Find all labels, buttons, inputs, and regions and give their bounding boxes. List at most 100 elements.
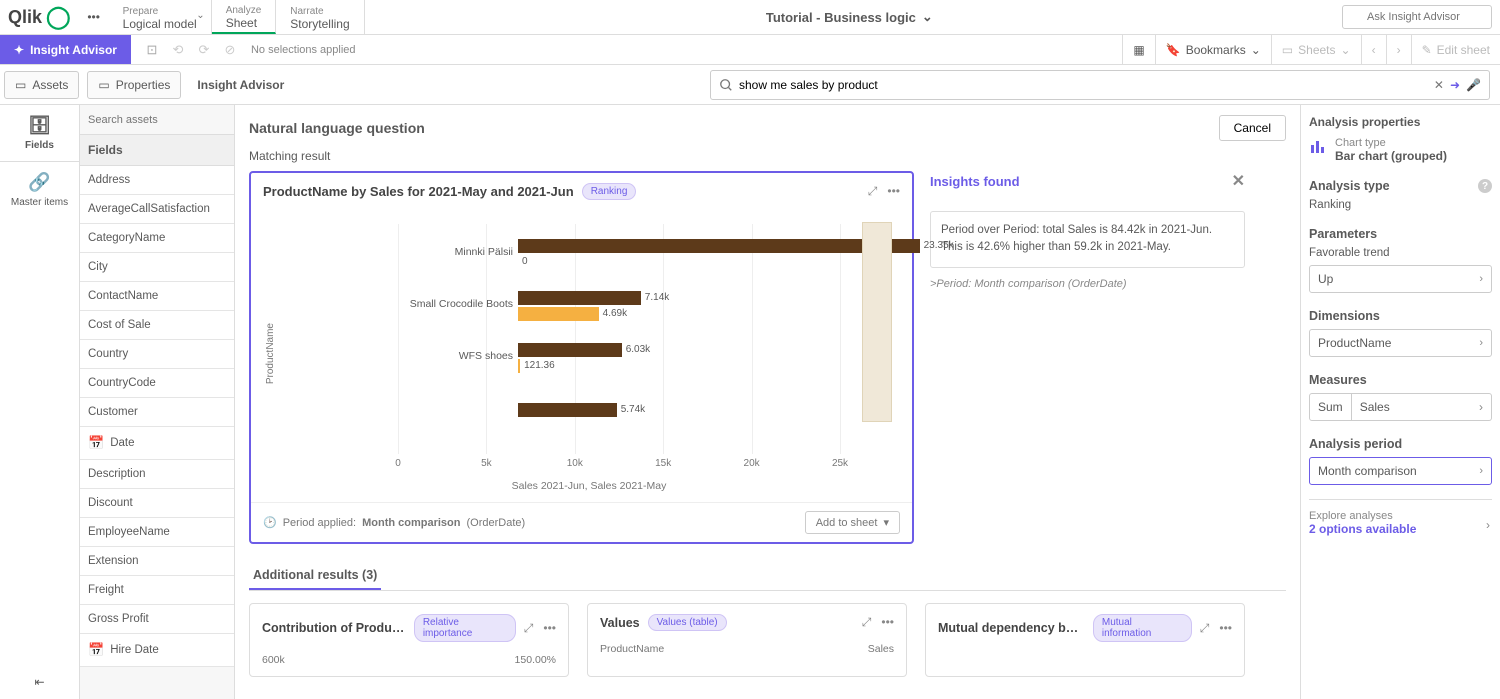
- more-icon[interactable]: •••: [887, 184, 900, 199]
- fields-search: [80, 105, 234, 135]
- sc-head: Contribution of Product...Relative impor…: [262, 614, 556, 642]
- props-title: Analysis properties: [1309, 115, 1492, 129]
- bar-value-label: 121.36: [524, 360, 555, 371]
- field-row[interactable]: Customer: [80, 398, 234, 427]
- bar-value-label: 5.74k: [621, 404, 645, 415]
- close-icon[interactable]: ✕: [1232, 171, 1245, 191]
- chart-minimap[interactable]: [862, 222, 892, 422]
- nav-tab-sheet[interactable]: AnalyzeSheet: [212, 0, 277, 34]
- measure-field: Sales: [1360, 400, 1390, 414]
- sheets-label: Sheets: [1298, 43, 1335, 57]
- field-row[interactable]: AverageCallSatisfaction: [80, 195, 234, 224]
- add-to-sheet-button[interactable]: Add to sheet ▾: [805, 511, 900, 534]
- sc-tools: ⤢ •••: [524, 621, 556, 636]
- prev-sheet-button[interactable]: ‹: [1361, 35, 1386, 65]
- insight-advisor-button[interactable]: ✦ Insight Advisor: [0, 35, 131, 64]
- field-row[interactable]: Country: [80, 340, 234, 369]
- expand-icon[interactable]: ⤢: [868, 184, 878, 199]
- analysis-period-select[interactable]: Month comparison ›: [1309, 457, 1492, 485]
- chevron-down-icon: ⌄: [922, 9, 933, 25]
- bar[interactable]: 121.36: [518, 359, 520, 373]
- rail-fields[interactable]: 🗄 Fields: [0, 105, 79, 162]
- additional-results-label[interactable]: Additional results (3): [249, 562, 381, 590]
- more-menu-button[interactable]: •••: [79, 0, 109, 34]
- measure-select[interactable]: Sum Sales ›: [1309, 393, 1492, 421]
- field-row[interactable]: EmployeeName: [80, 518, 234, 547]
- field-row[interactable]: Freight: [80, 576, 234, 605]
- x-axis-label: Sales 2021-Jun, Sales 2021-May: [512, 480, 667, 492]
- next-sheet-button[interactable]: ›: [1386, 35, 1411, 65]
- field-row[interactable]: City: [80, 253, 234, 282]
- more-icon[interactable]: •••: [881, 615, 894, 630]
- field-row[interactable]: 📅Date: [80, 427, 234, 460]
- selection-tools: ⊡ ⟲ ⟳ ⊘: [131, 35, 251, 64]
- dimension-select[interactable]: ProductName ›: [1309, 329, 1492, 357]
- expand-icon[interactable]: ⤢: [524, 621, 534, 636]
- ask-insight-input[interactable]: [1342, 5, 1492, 29]
- field-row[interactable]: CountryCode: [80, 369, 234, 398]
- center-head: Natural language question Cancel: [249, 115, 1286, 141]
- field-row[interactable]: CategoryName: [80, 224, 234, 253]
- insight-advisor-label: Insight Advisor: [30, 43, 117, 57]
- field-row[interactable]: Description: [80, 460, 234, 489]
- field-row[interactable]: 📅Hire Date: [80, 634, 234, 667]
- smart-search-button[interactable]: ⊡: [141, 39, 163, 61]
- fav-trend-select[interactable]: Up ›: [1309, 265, 1492, 293]
- bar[interactable]: 4.69k: [518, 307, 599, 321]
- microphone-icon[interactable]: 🎤: [1466, 78, 1481, 92]
- period-label: Period applied:: [283, 517, 356, 529]
- submit-icon[interactable]: ➜: [1450, 78, 1460, 92]
- properties-button[interactable]: ▭ Properties: [87, 71, 181, 99]
- more-icon[interactable]: •••: [543, 621, 556, 636]
- nav-tab-storytelling[interactable]: NarrateStorytelling: [276, 0, 364, 34]
- category-label: Small Crocodile Boots: [398, 298, 513, 310]
- assets-button[interactable]: ▭ Assets: [4, 71, 79, 99]
- field-label: Freight: [88, 584, 124, 596]
- clear-selections-button[interactable]: ⊘: [219, 39, 241, 61]
- dimensions-section: Dimensions: [1309, 309, 1492, 323]
- app-title[interactable]: Tutorial - Business logic ⌄: [365, 0, 1334, 34]
- qlik-logo: Qlik ◯: [8, 4, 71, 30]
- chart-type-label: Chart type: [1335, 137, 1447, 149]
- field-row[interactable]: Discount: [80, 489, 234, 518]
- expand-icon[interactable]: ⤢: [862, 615, 872, 630]
- field-label: Country: [88, 348, 128, 360]
- field-row[interactable]: ContactName: [80, 282, 234, 311]
- measure-agg: Sum: [1309, 393, 1352, 421]
- sheets-button[interactable]: ▭ Sheets ⌄: [1271, 35, 1361, 65]
- bar[interactable]: 7.14k: [518, 291, 641, 305]
- fields-search-input[interactable]: [80, 105, 234, 134]
- help-icon[interactable]: ?: [1478, 179, 1492, 193]
- properties-icon: ▭: [98, 78, 109, 92]
- step-back-button[interactable]: ⟲: [167, 39, 189, 61]
- edit-sheet-button[interactable]: ✎ Edit sheet: [1411, 35, 1500, 65]
- period-value: Month comparison: [362, 517, 460, 529]
- bar-value-label: 7.14k: [645, 292, 669, 303]
- chevron-down-icon: ▾: [883, 516, 889, 529]
- sc-badge: Values (table): [648, 614, 727, 631]
- bar[interactable]: 5.74k: [518, 403, 617, 417]
- field-row[interactable]: Address: [80, 166, 234, 195]
- field-row[interactable]: Cost of Sale: [80, 311, 234, 340]
- more-icon[interactable]: •••: [1219, 621, 1232, 636]
- nlq-search: ✕ ➜ 🎤: [710, 70, 1490, 100]
- bar[interactable]: 23.35k: [518, 239, 920, 253]
- database-icon: 🗄: [28, 115, 51, 136]
- bar[interactable]: 6.03k: [518, 343, 622, 357]
- explore-analyses[interactable]: Explore analyses 2 options available ›: [1309, 499, 1492, 536]
- parameters-section: Parameters: [1309, 227, 1492, 241]
- expand-icon[interactable]: ⤢: [1200, 621, 1210, 636]
- clear-icon[interactable]: ✕: [1434, 78, 1444, 92]
- field-row[interactable]: Gross Profit: [80, 605, 234, 634]
- bookmarks-button[interactable]: 🔖 Bookmarks ⌄: [1155, 35, 1271, 65]
- rail-master-items[interactable]: 🔗 Master items: [0, 162, 79, 218]
- options-button[interactable]: ▦: [1122, 35, 1154, 65]
- field-row[interactable]: Extension: [80, 547, 234, 576]
- rail-collapse[interactable]: ⇤: [0, 665, 79, 699]
- cancel-button[interactable]: Cancel: [1219, 115, 1286, 141]
- step-forward-button[interactable]: ⟳: [193, 39, 215, 61]
- nlq-input[interactable]: [739, 78, 1428, 92]
- analysis-type-label: Analysis type: [1309, 179, 1390, 193]
- nav-tab-logical-model[interactable]: PrepareLogical model⌄: [109, 0, 212, 34]
- card-header: ProductName by Sales for 2021-May and 20…: [251, 173, 912, 210]
